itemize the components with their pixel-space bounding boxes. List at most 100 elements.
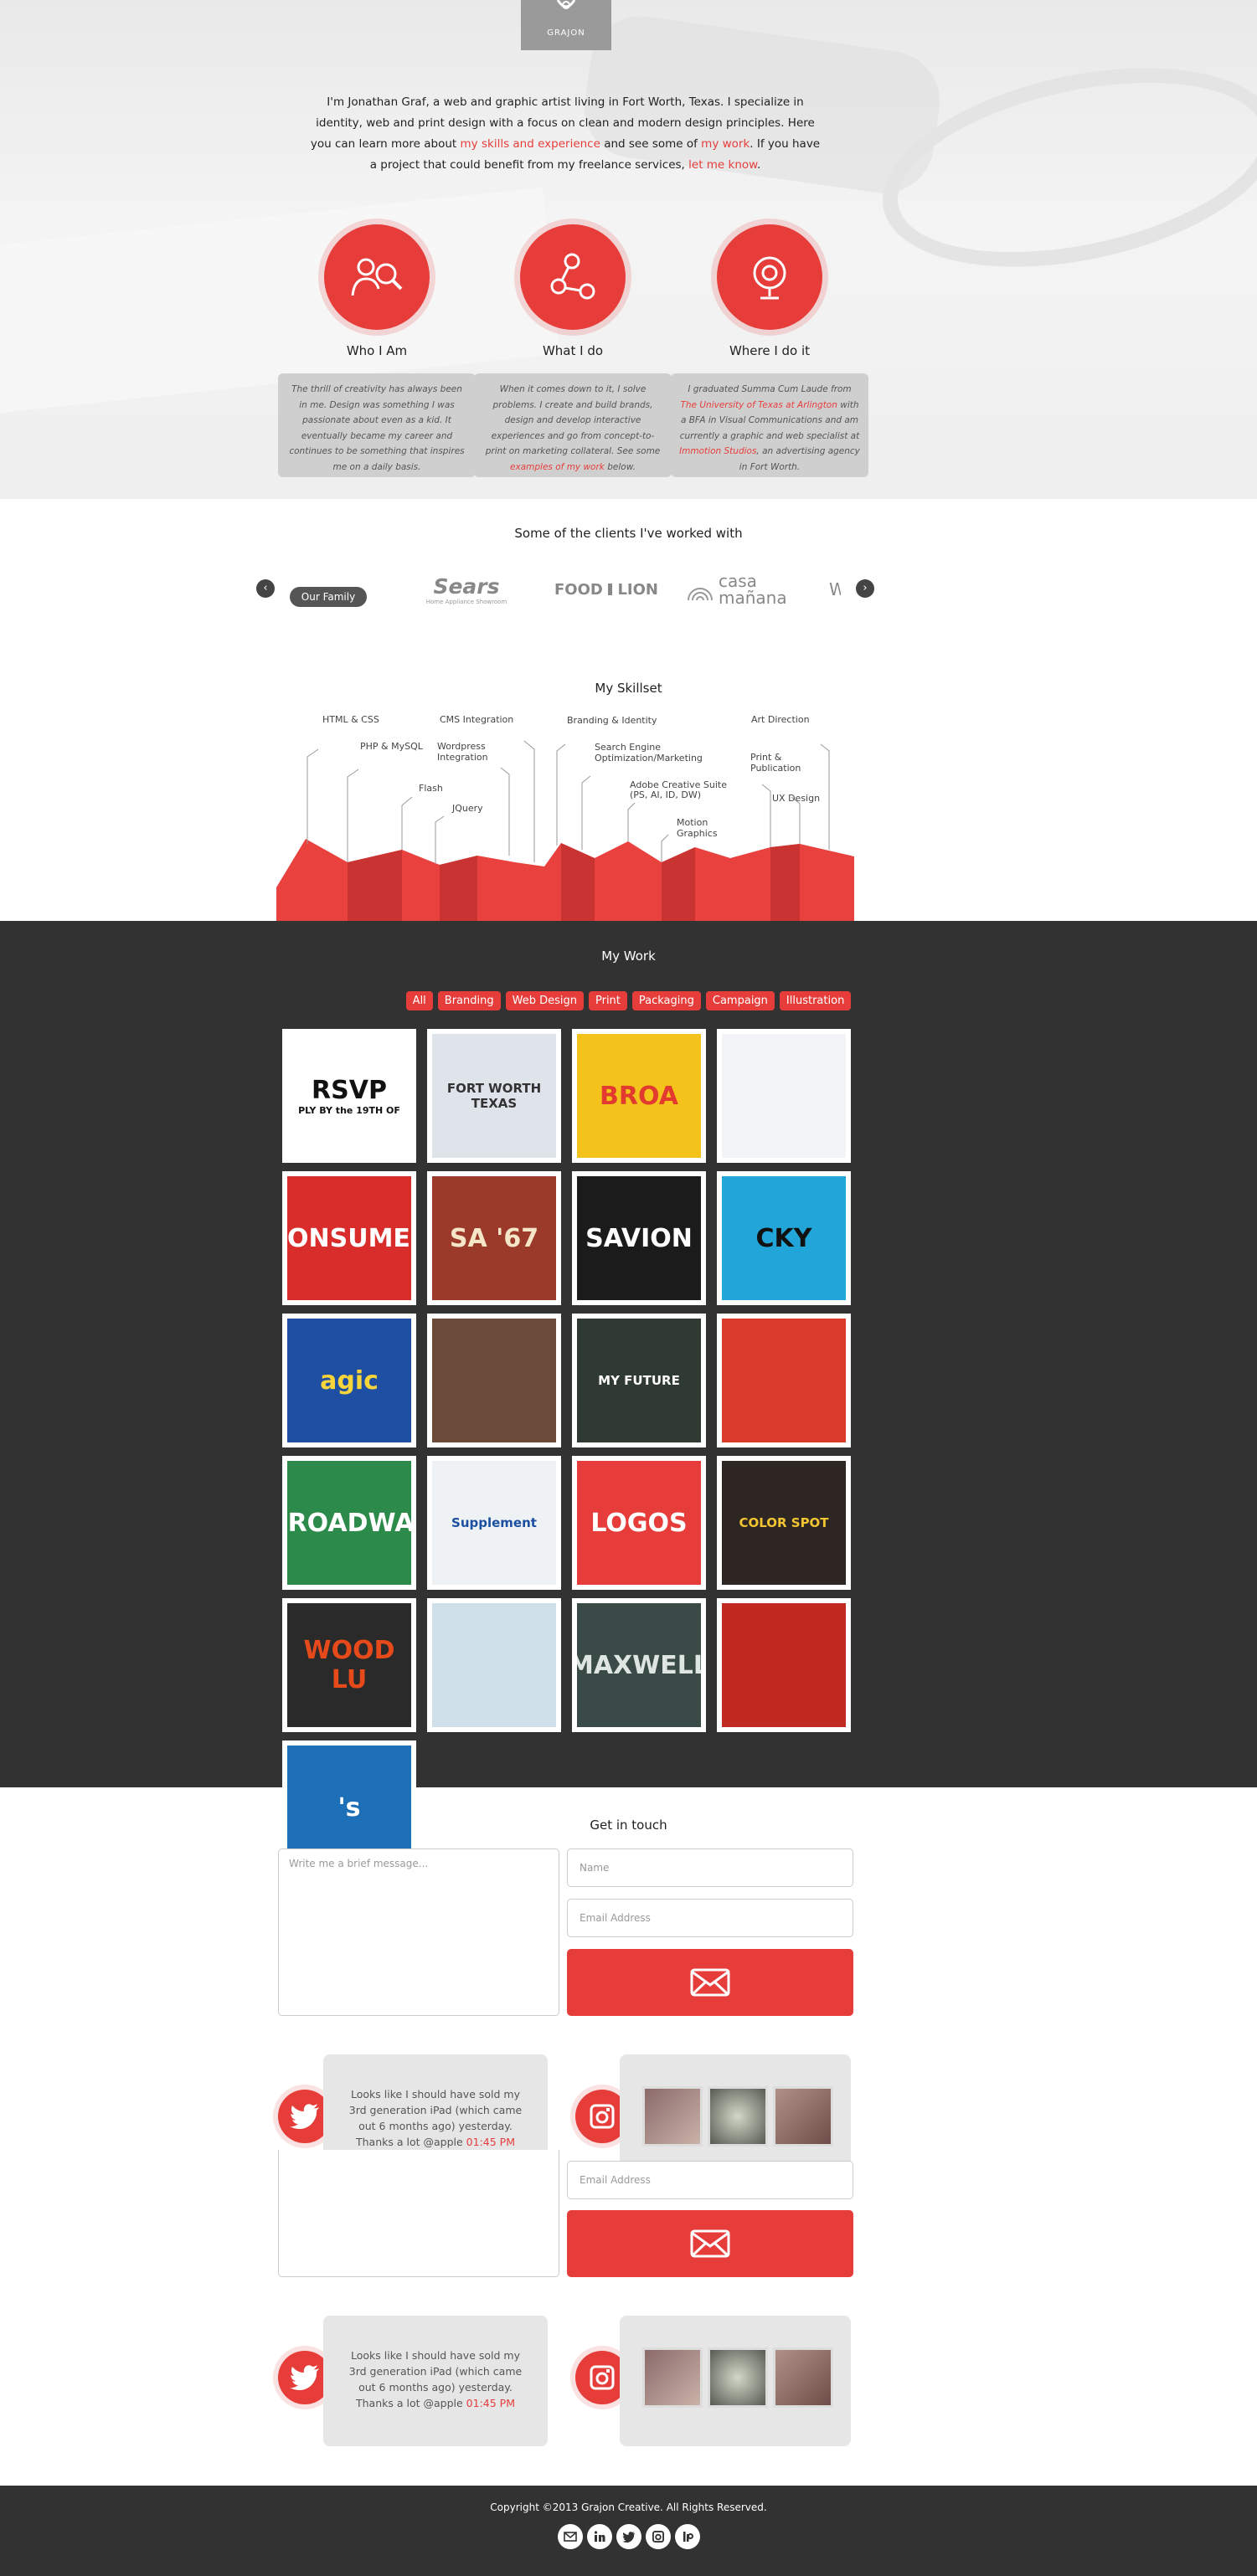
portfolio-tile[interactable]: [427, 1598, 561, 1732]
portfolio-tile[interactable]: MAXWELL: [572, 1598, 706, 1732]
portfolio-tile[interactable]: agic: [282, 1314, 416, 1447]
feature-where-i-do-it: Where I do it I graduated Summa Cum Laud…: [671, 224, 868, 477]
portfolio-tile[interactable]: [717, 1029, 851, 1163]
client-logo-casa-manana: casa mañana: [687, 566, 796, 613]
portfolio-tile[interactable]: WOOD LU: [282, 1598, 416, 1732]
skill-label: HTML & CSS: [322, 714, 379, 725]
client-logo-text: casa: [719, 571, 757, 591]
portfolio-thumbnail: MAXWELL: [577, 1603, 701, 1727]
instagram-photo[interactable]: [642, 2086, 703, 2147]
portfolio-thumbnail: BROADWAY: [287, 1461, 411, 1585]
skill-label: Search Engine Optimization/Marketing: [595, 742, 703, 764]
copyright-text: Copyright ©2013 Grajon Creative. All Rig…: [490, 2501, 767, 2513]
message-textarea-duplicate[interactable]: [278, 2150, 559, 2277]
portfolio-thumbnail: SA '67: [432, 1176, 556, 1300]
tile-label: agic: [320, 1365, 379, 1396]
tile-sublabel: PLY BY the 19TH OF: [298, 1105, 400, 1116]
skill-label: Motion Graphics: [677, 817, 718, 839]
client-logo-text: FOOD: [554, 580, 603, 599]
carousel-next-button[interactable]: ›: [856, 579, 874, 598]
skill-label: Wordpress Integration: [437, 741, 488, 763]
client-logo-food-lion: FOOD LION: [554, 566, 658, 613]
immotion-link[interactable]: Immotion Studios: [679, 446, 756, 456]
portfolio-tile[interactable]: RSVP PLY BY the 19TH OF: [282, 1029, 416, 1163]
filter-branding[interactable]: Branding: [437, 991, 501, 1010]
tile-label: CKY: [755, 1223, 812, 1253]
tile-label: Supplement: [451, 1515, 537, 1530]
instagram-photo[interactable]: [773, 2347, 833, 2408]
feature-text: When it comes down to it, I solve proble…: [485, 384, 661, 456]
portfolio-tile[interactable]: BROADWAY: [282, 1456, 416, 1590]
instagram-photo[interactable]: [642, 2347, 703, 2408]
client-logo-text: mañana: [719, 588, 787, 608]
portfolio-tile[interactable]: [717, 1314, 851, 1447]
tile-label: RSVP: [312, 1076, 387, 1105]
portfolio-tile[interactable]: COLOR SPOT: [717, 1456, 851, 1590]
filter-packaging[interactable]: Packaging: [631, 991, 701, 1010]
filter-all[interactable]: All: [405, 991, 433, 1010]
skills-link[interactable]: my skills and experience: [461, 137, 600, 151]
footer-social-links: [0, 2524, 1257, 2549]
portfolio-tile[interactable]: MY FUTURE: [572, 1314, 706, 1447]
portfolio-thumbnail: SAVION: [577, 1176, 701, 1300]
carousel-prev-button[interactable]: ‹: [256, 579, 275, 598]
feature-title: Where I do it: [729, 343, 811, 358]
feature-description: I graduated Summa Cum Laude from The Uni…: [671, 373, 868, 477]
client-logo-text: Our Family: [290, 587, 367, 607]
message-textarea[interactable]: Write me a brief message...: [278, 1848, 559, 2016]
linkedin-icon[interactable]: [586, 2524, 612, 2549]
portfolio-tile[interactable]: SAVION: [572, 1171, 706, 1305]
work-link[interactable]: my work: [701, 137, 750, 151]
filter-campaign[interactable]: Campaign: [705, 991, 775, 1010]
email-field[interactable]: Email Address: [567, 1899, 853, 1937]
examples-link[interactable]: examples of my work: [510, 462, 605, 472]
instagram-photo[interactable]: [708, 2086, 768, 2147]
portfolio-thumbnail: CKY: [722, 1176, 846, 1300]
portfolio-tile[interactable]: [427, 1314, 561, 1447]
portfolio-tile[interactable]: CKY: [717, 1171, 851, 1305]
instagram-icon[interactable]: [645, 2524, 671, 2549]
client-logo-text: W: [829, 579, 841, 599]
twitter-icon[interactable]: [616, 2524, 641, 2549]
tile-label: SAVION: [585, 1223, 693, 1253]
envelope-icon: [690, 1968, 730, 1997]
feature-title: What I do: [542, 343, 604, 358]
intro-text: .: [756, 158, 761, 172]
portfolio-thumbnail: BROA: [577, 1034, 701, 1158]
portfolio-tile[interactable]: CONSUMER: [282, 1171, 416, 1305]
portfolio-tile[interactable]: FORT WORTH TEXAS: [427, 1029, 561, 1163]
portfolio-tile[interactable]: Supplement: [427, 1456, 561, 1590]
university-link[interactable]: The University of Texas at Arlington: [680, 400, 837, 410]
intro-paragraph: I'm Jonathan Graf, a web and graphic art…: [310, 92, 821, 176]
instagram-photo[interactable]: [773, 2086, 833, 2147]
lp-icon[interactable]: [674, 2524, 700, 2549]
portfolio-tile[interactable]: BROA: [572, 1029, 706, 1163]
portfolio-tile[interactable]: [717, 1598, 851, 1732]
tweet-time[interactable]: 01:45 PM: [466, 2397, 515, 2409]
portfolio-thumbnail: MY FUTURE: [577, 1319, 701, 1442]
filter-illustration[interactable]: Illustration: [779, 991, 852, 1010]
name-field[interactable]: Name: [567, 1848, 853, 1887]
tweet-time[interactable]: 01:45 PM: [466, 2136, 515, 2148]
portfolio-tile[interactable]: LOGOS: [572, 1456, 706, 1590]
feature-description: When it comes down to it, I solve proble…: [474, 373, 672, 477]
site-logo[interactable]: GRAJON: [521, 0, 611, 50]
client-logo-our-family: Our Family: [290, 566, 373, 613]
portfolio-thumbnail: WOOD LU: [287, 1603, 411, 1727]
contact-link[interactable]: let me know: [688, 158, 757, 172]
send-button[interactable]: [567, 1949, 853, 2016]
client-logo-text: LION: [617, 580, 658, 599]
portfolio-thumbnail: [722, 1034, 846, 1158]
feature-text: I graduated Summa Cum Laude from: [688, 384, 852, 394]
email-icon[interactable]: [557, 2524, 583, 2549]
feature-who-i-am: Who I Am The thrill of creativity has al…: [278, 224, 476, 477]
instagram-photo[interactable]: [708, 2347, 768, 2408]
tweet-card: Looks like I should have sold my 3rd gen…: [323, 2316, 548, 2446]
tile-label: COLOR SPOT: [739, 1515, 829, 1530]
email-field-duplicate[interactable]: Email Address: [567, 2161, 853, 2199]
send-button-duplicate[interactable]: [567, 2210, 853, 2277]
filter-web-design[interactable]: Web Design: [505, 991, 584, 1010]
filter-print[interactable]: Print: [588, 991, 627, 1010]
work-heading: My Work: [601, 949, 656, 964]
portfolio-tile[interactable]: SA '67: [427, 1171, 561, 1305]
